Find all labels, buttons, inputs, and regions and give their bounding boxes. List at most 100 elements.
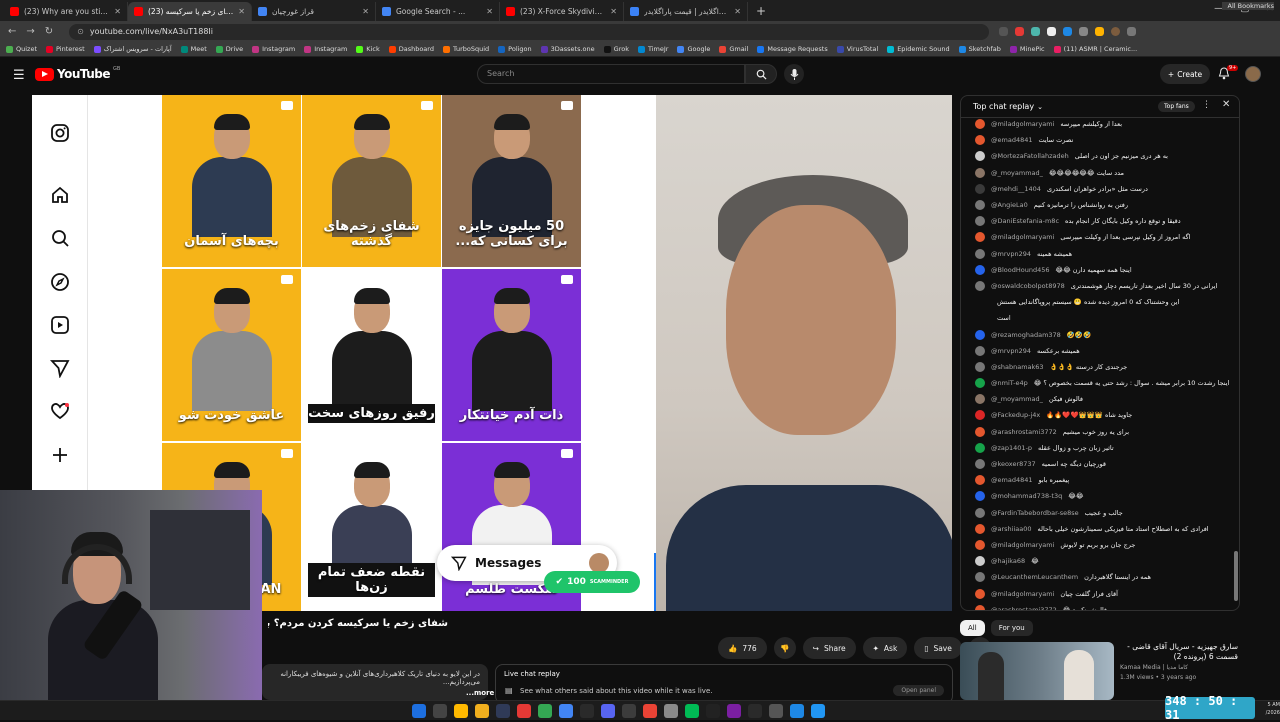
chat-scrollbar[interactable] — [1234, 551, 1238, 601]
chat-avatar[interactable] — [975, 151, 985, 162]
new-tab-button[interactable]: + — [748, 2, 774, 21]
chat-avatar[interactable] — [975, 378, 985, 389]
chat-mode-selector[interactable]: Top chat replay — [973, 102, 1034, 111]
taskbar-app-icon[interactable] — [412, 704, 426, 718]
chat-author[interactable]: @Fackedup-j4x — [991, 411, 1040, 419]
browser-tab[interactable]: Google Search - ... ✕ — [376, 2, 500, 21]
chat-avatar[interactable] — [975, 313, 985, 323]
chat-author[interactable]: @arashrostami3772 — [991, 606, 1057, 610]
chat-avatar[interactable] — [975, 232, 985, 243]
taskbar-app-icon[interactable] — [664, 704, 678, 718]
bookmark-item[interactable]: (11) ASMR | Ceramic... — [1053, 45, 1137, 53]
chat-avatar[interactable] — [975, 200, 985, 211]
chat-avatar[interactable] — [975, 135, 985, 146]
close-tab-icon[interactable]: ✕ — [486, 7, 493, 16]
chat-more-icon[interactable]: ⋮ — [1202, 100, 1211, 110]
chat-avatar[interactable] — [975, 361, 985, 372]
close-tab-icon[interactable]: ✕ — [610, 7, 617, 16]
extension-icon[interactable] — [1047, 27, 1057, 36]
bookmark-item[interactable]: TurboSquid — [442, 45, 489, 53]
close-tab-icon[interactable]: ✕ — [734, 7, 741, 16]
bookmark-item[interactable]: Epidemic Sound — [887, 45, 950, 53]
chat-avatar[interactable] — [975, 426, 985, 437]
bookmark-item[interactable]: Meet — [180, 45, 207, 53]
chat-author[interactable]: @mohammad738-t3q — [991, 492, 1062, 500]
chat-avatar[interactable] — [975, 459, 985, 470]
chat-avatar[interactable] — [975, 394, 985, 405]
chat-avatar[interactable] — [975, 410, 985, 421]
chat-avatar[interactable] — [975, 329, 985, 340]
account-avatar[interactable] — [1245, 66, 1261, 82]
reload-icon[interactable]: ↻ — [45, 26, 53, 37]
chat-author[interactable]: @arshiiaa00 — [991, 525, 1032, 533]
bookmark-item[interactable]: VirusTotal — [836, 45, 878, 53]
browser-tab[interactable]: (23) Why are you still in touch ✕ — [4, 2, 128, 21]
chat-author[interactable]: @arashrostami3772 — [991, 428, 1057, 436]
close-tab-icon[interactable]: ✕ — [238, 7, 245, 16]
close-tab-icon[interactable]: ✕ — [362, 7, 369, 16]
description-more-link[interactable]: ...more — [466, 689, 494, 697]
bookmark-item[interactable]: MinePic — [1009, 45, 1045, 53]
taskbar-app-icon[interactable] — [601, 704, 615, 718]
chat-avatar[interactable] — [975, 556, 985, 567]
taskbar-app-icon[interactable] — [454, 704, 468, 718]
bookmark-item[interactable]: Poligon — [498, 45, 532, 53]
bookmark-item[interactable]: Gmail — [719, 45, 748, 53]
taskbar-app-icon[interactable] — [475, 704, 489, 718]
chat-avatar[interactable] — [975, 539, 985, 550]
chat-author[interactable]: @FardinTabebordbar-se8se — [991, 509, 1079, 517]
url-bar[interactable]: ⊙ youtube.com/live/NxA3uT188Ii — [69, 23, 990, 40]
chat-author[interactable]: @oswaldcobolpot8978 — [991, 282, 1065, 290]
extension-icon[interactable] — [1095, 27, 1105, 36]
chip-for-you[interactable]: For you — [990, 620, 1033, 636]
chat-avatar[interactable] — [975, 297, 985, 307]
taskbar-app-icon[interactable] — [538, 704, 552, 718]
forward-icon[interactable]: → — [26, 26, 34, 37]
extension-icon[interactable] — [1015, 27, 1025, 36]
chat-author[interactable]: @_moyammad_ — [991, 169, 1043, 177]
bookmark-item[interactable]: Instagram — [304, 45, 347, 53]
chat-avatar[interactable] — [975, 216, 985, 227]
chip-all[interactable]: All — [960, 620, 985, 636]
bookmark-item[interactable]: Pinterest — [46, 45, 85, 53]
chat-avatar[interactable] — [975, 167, 985, 178]
chat-avatar[interactable] — [975, 442, 985, 453]
taskbar-app-icon[interactable] — [559, 704, 573, 718]
chat-author[interactable]: @LeucanthemLeucanthem — [991, 573, 1078, 581]
recommended-video[interactable]: سارق جهیزیه - سریال آقای قاضی - قسمت 6 (… — [960, 642, 1240, 700]
chat-author[interactable]: @rezamoghadam378 — [991, 331, 1061, 339]
bookmark-item[interactable]: Kick — [356, 45, 380, 53]
recommended-title[interactable]: سارق جهیزیه - سریال آقای قاضی - قسمت 6 (… — [1120, 642, 1238, 662]
bookmark-item[interactable]: آپارات - سرویس اشتراک — [93, 45, 172, 53]
menu-icon[interactable] — [1127, 27, 1137, 36]
close-chat-icon[interactable]: ✕ — [1222, 99, 1230, 110]
extension-icon[interactable] — [1063, 27, 1073, 36]
taskbar-app-icon[interactable] — [727, 704, 741, 718]
browser-tab[interactable]: (23) شفای زخم یا سرکیسه ✕ — [128, 2, 252, 21]
chat-avatar[interactable] — [975, 491, 985, 502]
chat-author[interactable]: @keoxer8737 — [991, 460, 1036, 468]
bookmark-item[interactable]: Sketchfab — [958, 45, 1001, 53]
bookmark-item[interactable]: Drive — [215, 45, 243, 53]
chat-avatar[interactable] — [975, 588, 985, 599]
chat-avatar[interactable] — [975, 119, 985, 130]
chat-author[interactable]: @MortezaFatollahzadeh — [991, 152, 1069, 160]
chat-author[interactable]: @miladgolmaryami — [991, 120, 1054, 128]
bookmark-item[interactable]: 3Dassets.one — [540, 45, 595, 53]
chat-author[interactable]: @nmiT-e4p — [991, 379, 1028, 387]
taskbar-app-icon[interactable] — [811, 704, 825, 718]
profile-icon[interactable] — [1111, 27, 1121, 36]
search-button[interactable] — [745, 64, 777, 84]
chat-author[interactable]: @emad4841 — [991, 136, 1032, 144]
dislike-button[interactable]: 👎 — [773, 637, 796, 659]
taskbar-app-icon[interactable] — [622, 704, 636, 718]
ask-button[interactable]: ✦ Ask — [862, 637, 908, 659]
chat-author[interactable]: @emad4841 — [991, 476, 1032, 484]
browser-tab[interactable]: قراز غورچیان ✕ — [252, 2, 376, 21]
taskbar-app-icon[interactable] — [643, 704, 657, 718]
taskbar-app-icon[interactable] — [748, 704, 762, 718]
search-input[interactable]: Search — [477, 64, 745, 84]
taskbar-app-icon[interactable] — [517, 704, 531, 718]
chat-avatar[interactable] — [975, 604, 985, 610]
create-button[interactable]: + Create — [1160, 64, 1210, 84]
